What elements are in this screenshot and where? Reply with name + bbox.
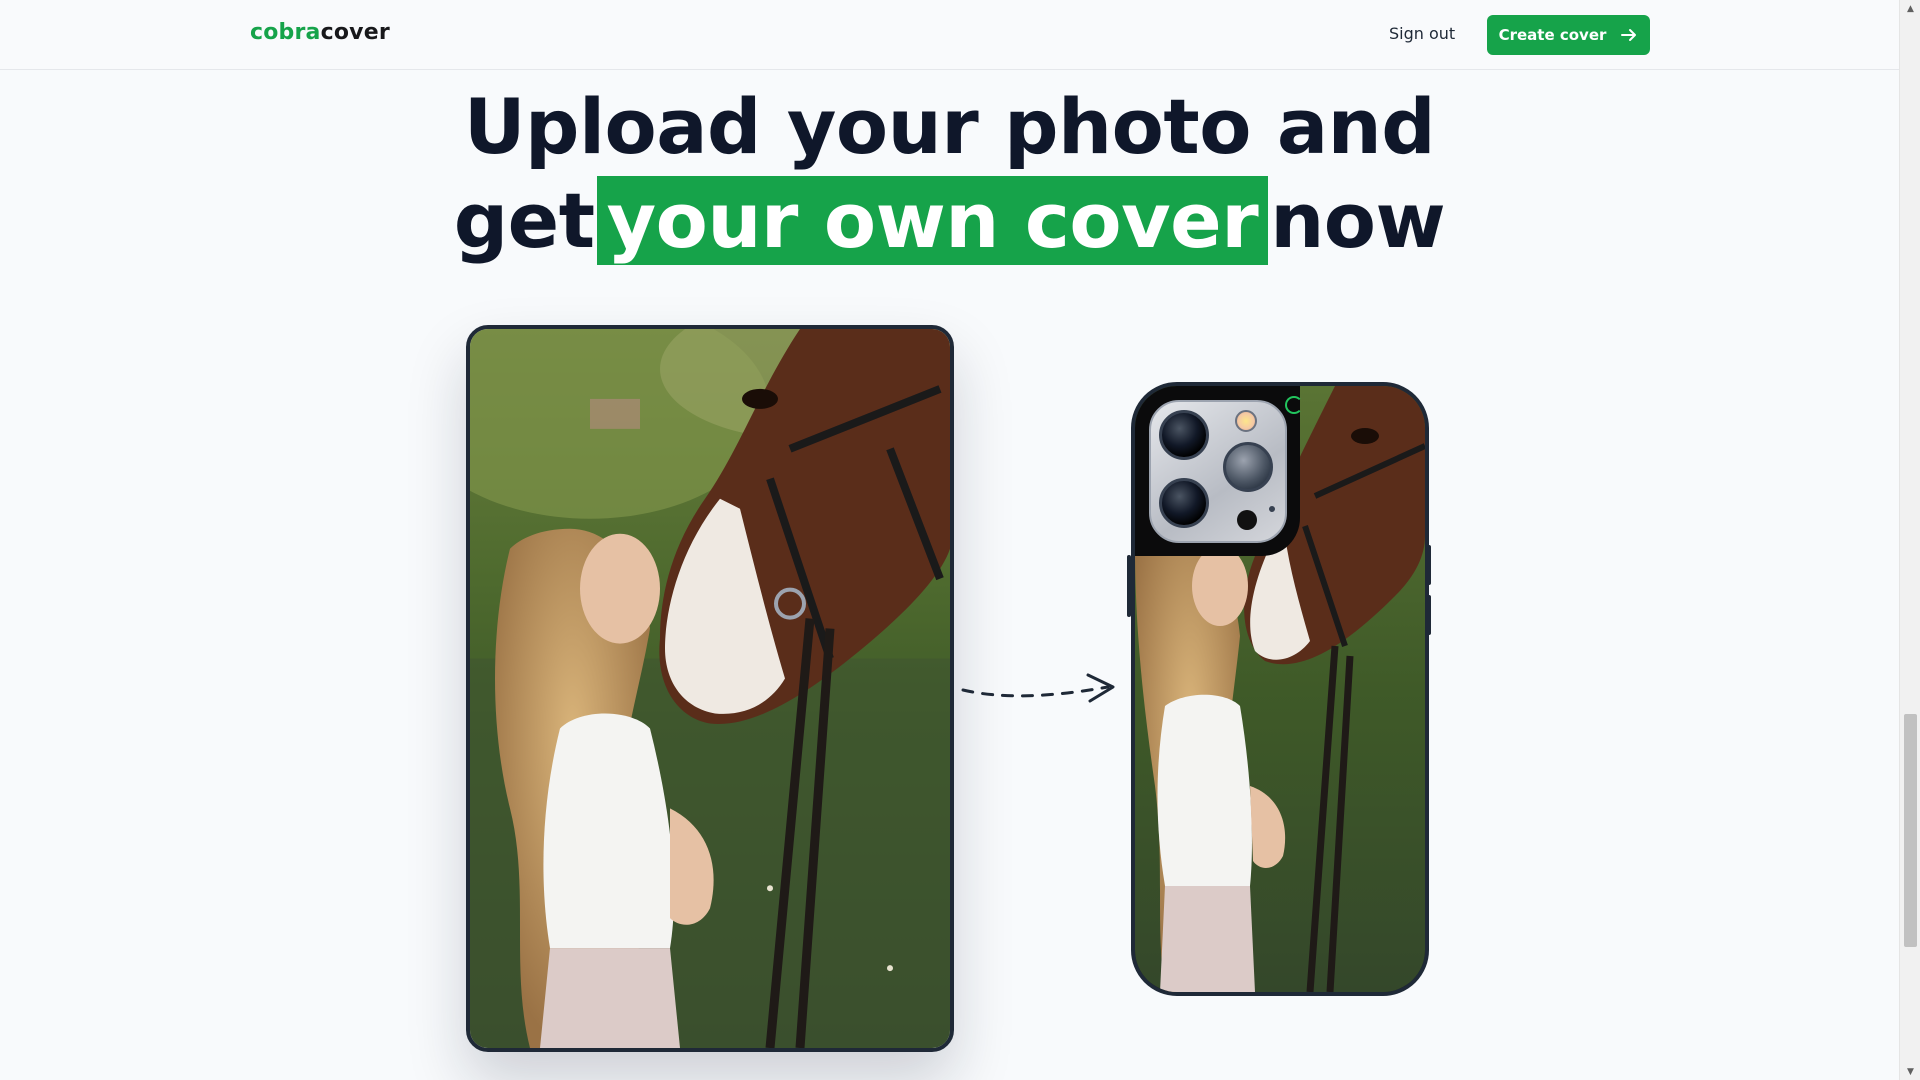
source-photo <box>466 325 954 1052</box>
sign-out-button[interactable]: Sign out <box>1375 22 1469 48</box>
microphone-dot-icon <box>1269 506 1275 512</box>
logo-rest: cover <box>320 20 390 45</box>
hero-line-2-after: now <box>1270 176 1446 265</box>
hero-highlight: your own cover <box>596 176 1269 265</box>
camera-lens-icon <box>1223 442 1273 492</box>
phone-case-preview <box>1131 382 1429 996</box>
hero-line-2: get your own cover now <box>0 174 1899 268</box>
lidar-sensor-icon <box>1237 510 1257 530</box>
page-viewport: cobracover Sign out Create cover Upload … <box>0 0 1899 1080</box>
arrow-right-icon <box>1621 29 1637 41</box>
camera-lens-icon <box>1159 478 1209 528</box>
create-cover-label: Create cover <box>1498 26 1607 44</box>
camera-lens-icon <box>1159 410 1209 460</box>
hero-heading: Upload your photo and get your own cover n… <box>0 80 1899 268</box>
photo-scene <box>470 329 950 1048</box>
scrollbar-thumb[interactable] <box>1904 714 1917 947</box>
camera-cutout <box>1135 386 1303 556</box>
navbar: cobracover Sign out Create cover <box>0 0 1899 70</box>
logo[interactable]: cobracover <box>250 20 390 45</box>
photo-woman-kissing-horse <box>470 329 950 1048</box>
hero-line-2-before: get <box>453 176 595 265</box>
loading-spinner-icon <box>1285 396 1303 414</box>
create-cover-button[interactable]: Create cover <box>1487 15 1650 55</box>
scroll-down-icon[interactable]: ▼ <box>1900 1063 1920 1080</box>
page-scrollbar[interactable]: ▲ ▼ <box>1899 0 1920 1080</box>
logo-brand: cobra <box>250 20 321 45</box>
camera-flash-icon <box>1235 410 1257 432</box>
dashed-arrow-icon <box>961 673 1115 703</box>
hero-line-1: Upload your photo and <box>463 82 1436 171</box>
camera-module <box>1149 400 1287 543</box>
scroll-up-icon[interactable]: ▲ <box>1900 0 1920 17</box>
